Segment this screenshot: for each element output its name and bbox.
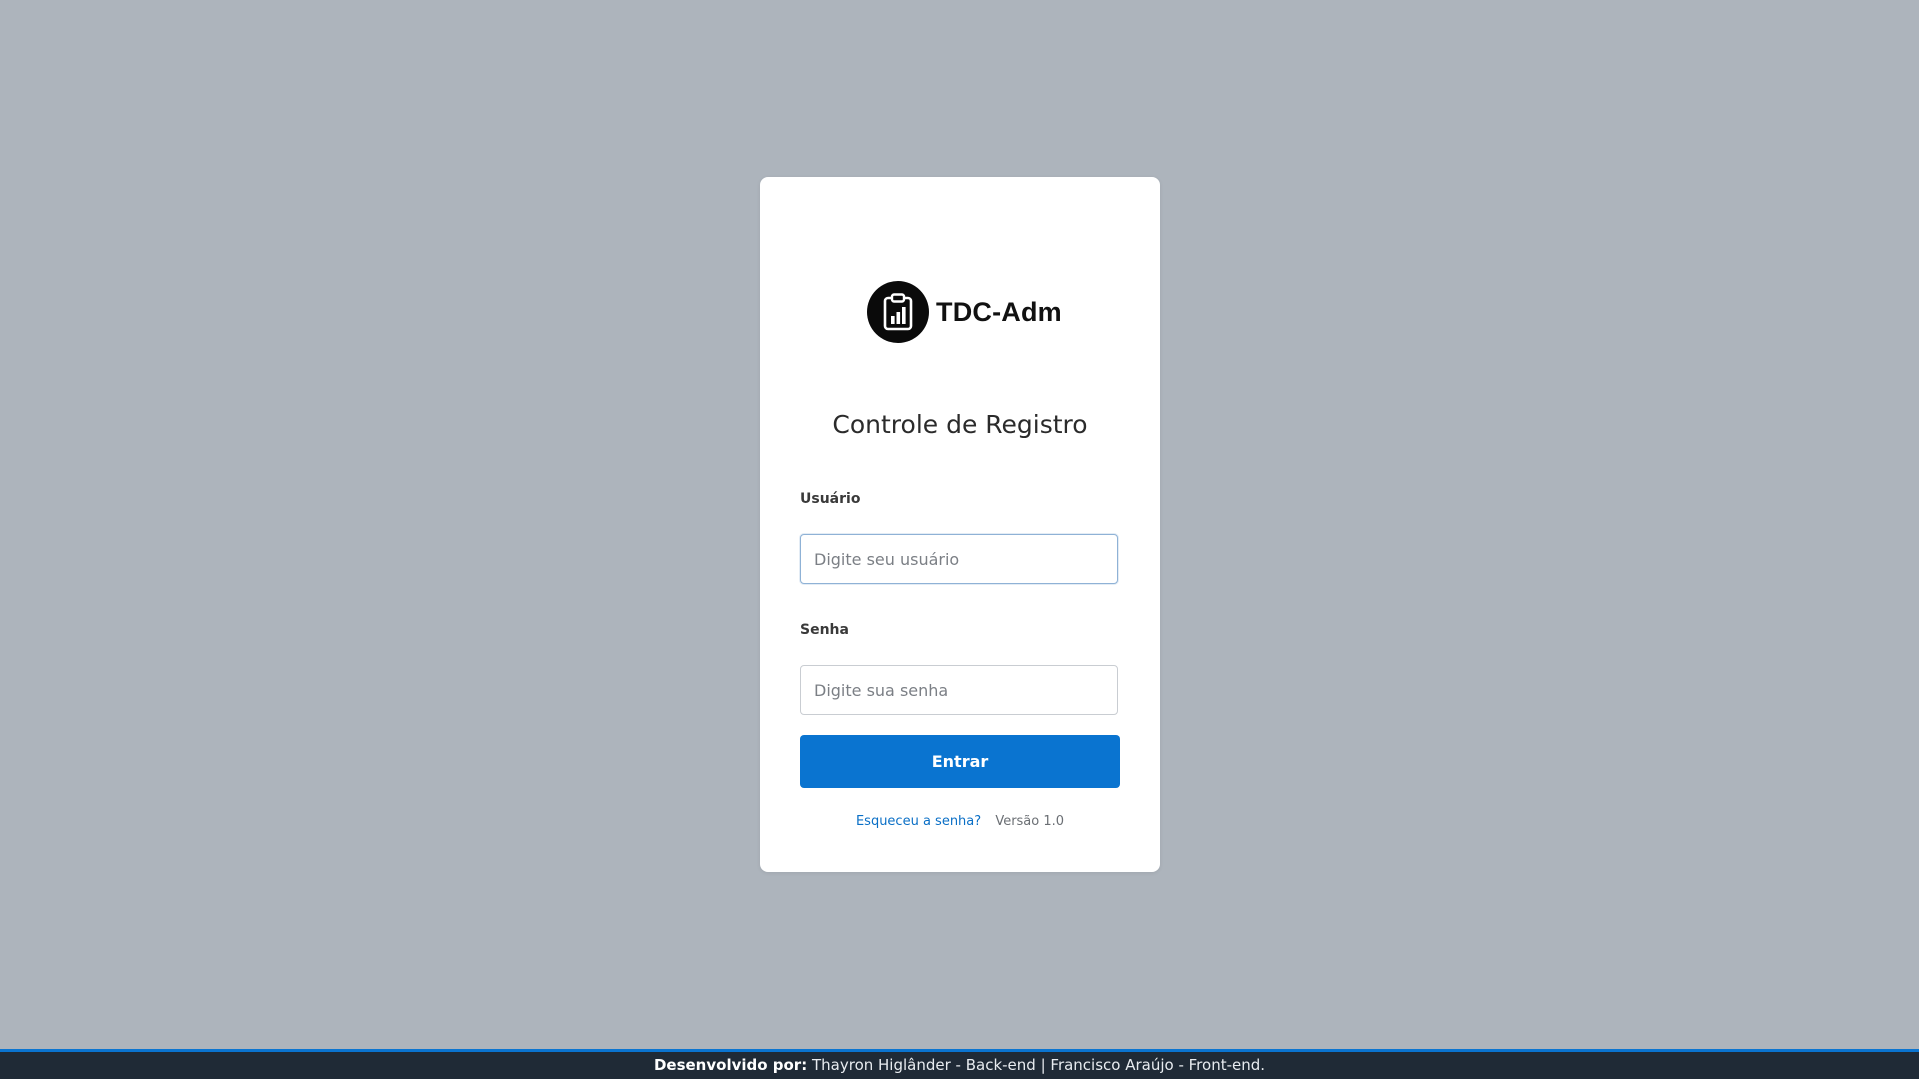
password-input[interactable] (800, 665, 1118, 715)
password-label: Senha (800, 622, 849, 638)
brand-name: TDC-Adm (936, 296, 1062, 327)
version-text: Versão 1.0 (995, 814, 1065, 829)
footer-credits: Thayron Higlânder - Back-end | Francisco… (812, 1056, 1266, 1074)
page-footer: Desenvolvido por: Thayron Higlânder - Ba… (0, 1049, 1919, 1079)
clipboard-chart-icon (867, 281, 929, 343)
username-input[interactable] (800, 534, 1118, 584)
page-title: Controle de Registro (832, 410, 1088, 439)
username-label: Usuário (800, 491, 861, 507)
brand-logo: TDC-Adm (867, 281, 1062, 343)
login-card: TDC-Adm Controle de Registro Usuário Sen… (760, 177, 1160, 872)
footer-prefix: Desenvolvido por: (653, 1056, 808, 1074)
card-footer: Esqueceu a senha? Versão 1.0 (760, 814, 1160, 829)
page: TDC-Adm Controle de Registro Usuário Sen… (0, 0, 1919, 1079)
login-button[interactable]: Entrar (800, 735, 1120, 788)
forgot-password-link[interactable]: Esqueceu a senha? (856, 814, 981, 829)
